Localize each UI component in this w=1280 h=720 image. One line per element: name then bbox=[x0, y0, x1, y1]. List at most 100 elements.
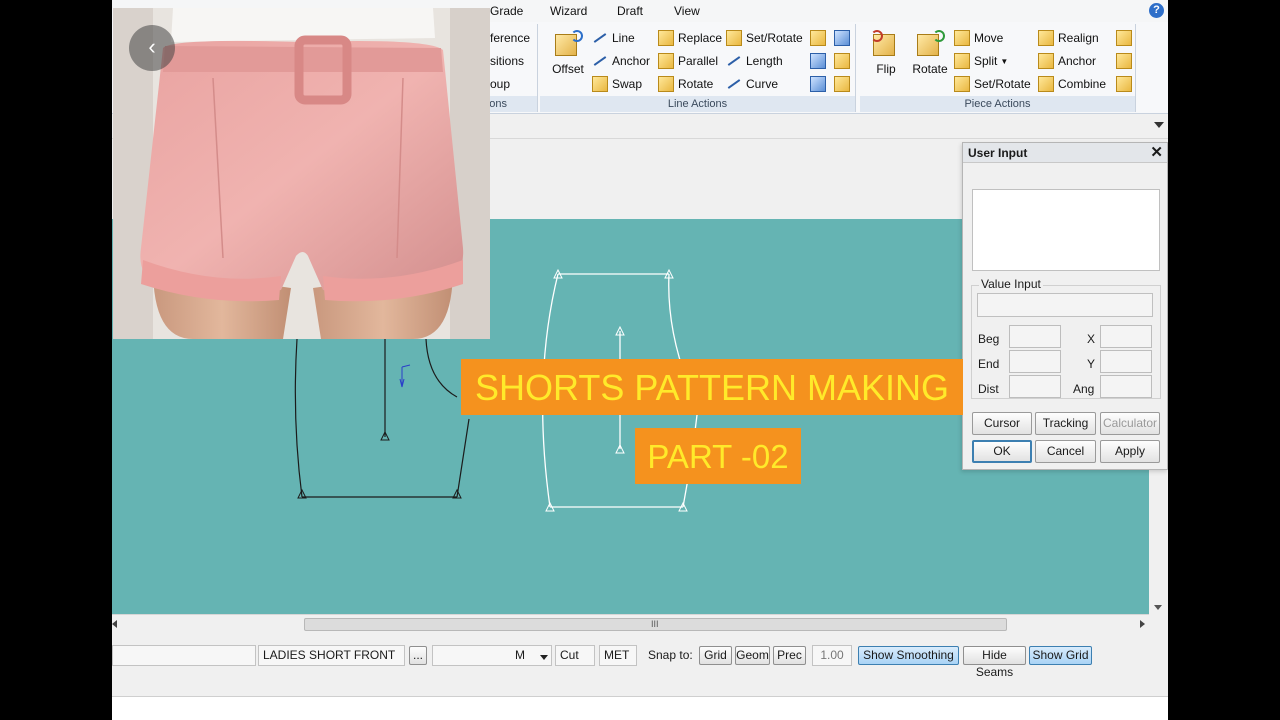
snap-prec-button[interactable]: Prec bbox=[773, 646, 806, 665]
scroll-left-icon[interactable] bbox=[112, 620, 117, 628]
flip-label: Flip bbox=[876, 62, 896, 76]
snap-grid-button[interactable]: Grid bbox=[699, 646, 732, 665]
menu-draft[interactable]: Draft bbox=[617, 4, 643, 18]
move-label: Move bbox=[974, 31, 1004, 45]
snap-geom-button[interactable]: Geom bbox=[735, 646, 770, 665]
cursor-button[interactable]: Cursor bbox=[972, 412, 1032, 435]
anchor-piece-label: Anchor bbox=[1058, 54, 1097, 68]
ok-button[interactable]: OK bbox=[972, 440, 1032, 463]
offset-icon bbox=[553, 30, 583, 58]
line-button[interactable]: Line bbox=[592, 29, 635, 47]
ribbon-partial-item-2[interactable]: sitions bbox=[490, 52, 524, 70]
realign-button[interactable]: Realign bbox=[1038, 29, 1099, 47]
replace-icon bbox=[658, 30, 674, 46]
fold-line-icon[interactable] bbox=[834, 76, 850, 92]
end-label: End bbox=[978, 357, 1000, 371]
ang-input[interactable] bbox=[1100, 375, 1152, 398]
realign-label: Realign bbox=[1058, 31, 1099, 45]
menu-grade[interactable]: Grade bbox=[490, 4, 523, 18]
calculator-button[interactable]: Calculator bbox=[1100, 412, 1160, 435]
set-rotate-line-button[interactable]: Set/Rotate bbox=[726, 29, 803, 47]
show-grid-button[interactable]: Show Grid bbox=[1029, 646, 1092, 665]
scroll-right-icon[interactable] bbox=[1140, 620, 1145, 628]
set-rotate-piece-button[interactable]: Set/Rotate bbox=[954, 75, 1031, 93]
set-rotate-piece-icon bbox=[954, 76, 970, 92]
front-piece-crotch-curve bbox=[425, 338, 458, 398]
rotate-line-button[interactable]: Rotate bbox=[658, 75, 713, 93]
set-rotate-piece-label: Set/Rotate bbox=[974, 77, 1031, 91]
piece-extra-icon-3[interactable] bbox=[1116, 76, 1132, 92]
notch-icon[interactable] bbox=[810, 30, 826, 46]
align-line-icon[interactable] bbox=[810, 76, 826, 92]
anchor-line-button[interactable]: Anchor bbox=[592, 52, 650, 70]
set-rotate-line-label: Set/Rotate bbox=[746, 31, 803, 45]
x-label: X bbox=[1087, 332, 1096, 346]
menu-wizard[interactable]: Wizard bbox=[550, 4, 587, 18]
realign-icon bbox=[1038, 30, 1054, 46]
end-input[interactable] bbox=[1009, 350, 1061, 373]
value-input-field[interactable] bbox=[977, 293, 1153, 317]
parallel-label: Parallel bbox=[678, 54, 719, 68]
cut-field: Cut bbox=[555, 645, 595, 666]
x-input[interactable] bbox=[1100, 325, 1152, 348]
scroll-thumb[interactable]: III bbox=[304, 618, 1007, 631]
line-actions-label: Line Actions bbox=[540, 96, 855, 112]
replace-label: Replace bbox=[678, 31, 723, 45]
status-bar: LADIES SHORT FRONT ... M Cut MET Snap to… bbox=[112, 634, 1168, 679]
front-piece-side-seam bbox=[294, 338, 303, 498]
apply-button[interactable]: Apply bbox=[1100, 440, 1160, 463]
precision-input[interactable]: 1.00 bbox=[812, 645, 852, 666]
move-button[interactable]: Move bbox=[954, 29, 1003, 47]
rotate-piece-label: Rotate bbox=[912, 62, 948, 76]
hide-seams-button[interactable]: Hide Seams bbox=[963, 646, 1026, 679]
dist-input[interactable] bbox=[1009, 375, 1061, 398]
y-input[interactable] bbox=[1100, 350, 1152, 373]
curve-icon bbox=[726, 76, 742, 92]
anchor-piece-button[interactable]: Anchor bbox=[1038, 52, 1096, 70]
flip-button[interactable]: Flip bbox=[866, 30, 906, 76]
rotate-piece-button[interactable]: Rotate bbox=[908, 30, 952, 76]
length-button[interactable]: Length bbox=[726, 52, 783, 70]
piece-extra-icon-2[interactable] bbox=[1116, 53, 1132, 69]
rotate-line-icon bbox=[658, 76, 674, 92]
split-dropdown-icon: ▼ bbox=[1000, 56, 1009, 66]
mirror-line-icon[interactable] bbox=[834, 53, 850, 69]
piece-extra-icon-1[interactable] bbox=[1116, 30, 1132, 46]
tracking-button[interactable]: Tracking bbox=[1035, 412, 1096, 435]
ribbon-partial-item-3[interactable]: oup bbox=[490, 75, 510, 93]
show-smoothing-button[interactable]: Show Smoothing bbox=[858, 646, 959, 665]
split-button[interactable]: Split ▼ bbox=[954, 52, 1008, 70]
parallel-button[interactable]: Parallel bbox=[658, 52, 718, 70]
piece-name-field: LADIES SHORT FRONT bbox=[258, 645, 405, 666]
swap-button[interactable]: Swap bbox=[592, 75, 642, 93]
chevron-down-icon[interactable] bbox=[1154, 122, 1164, 128]
scroll-grip: III bbox=[651, 619, 659, 629]
y-label: Y bbox=[1087, 357, 1096, 371]
cancel-button[interactable]: Cancel bbox=[1035, 440, 1096, 463]
ribbon-partial-item-1[interactable]: ference bbox=[490, 29, 530, 47]
help-icon[interactable]: ? bbox=[1149, 3, 1164, 18]
curve-button[interactable]: Curve bbox=[726, 75, 778, 93]
menu-view[interactable]: View bbox=[674, 4, 700, 18]
split-line-icon[interactable] bbox=[810, 53, 826, 69]
shorts-reference-photo: ‹ bbox=[113, 8, 490, 339]
set-rotate-icon bbox=[726, 30, 742, 46]
scroll-down-icon[interactable] bbox=[1154, 605, 1162, 610]
replace-button[interactable]: Replace bbox=[658, 29, 722, 47]
split-label: Split bbox=[974, 54, 998, 68]
offset-label: Offset bbox=[552, 62, 584, 76]
close-icon[interactable]: ✕ bbox=[1150, 143, 1163, 163]
back-button[interactable]: ‹ bbox=[129, 25, 175, 71]
beg-input[interactable] bbox=[1009, 325, 1061, 348]
unit-dropdown-icon[interactable] bbox=[540, 655, 548, 660]
dialog-output-box bbox=[972, 189, 1160, 271]
combine-button[interactable]: Combine bbox=[1038, 75, 1106, 93]
browse-piece-button[interactable]: ... bbox=[409, 646, 427, 665]
add-point-icon[interactable] bbox=[834, 30, 850, 46]
horizontal-scrollbar[interactable]: III bbox=[112, 614, 1149, 633]
length-icon bbox=[726, 53, 742, 69]
line-label: Line bbox=[612, 31, 635, 45]
unit-select[interactable]: M bbox=[432, 645, 552, 666]
offset-button[interactable]: Offset bbox=[546, 30, 590, 76]
ribbon-group-piece-actions: Flip Rotate Move Split ▼ Set/Rotate Reali… bbox=[860, 24, 1136, 112]
